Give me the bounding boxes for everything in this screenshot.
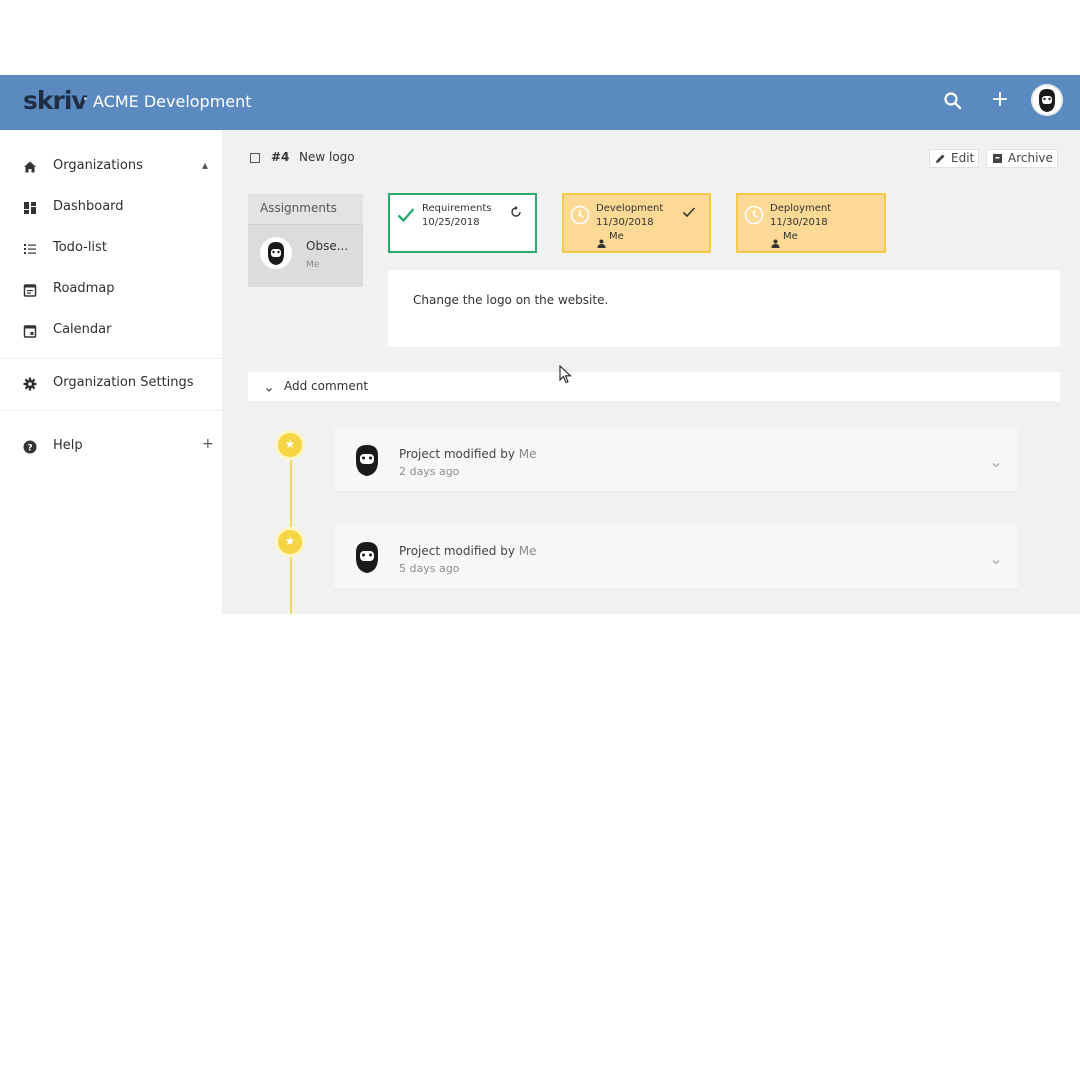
app-window: skriv ‣ ACME Development + Organizations… — [0, 75, 1080, 614]
assignments-header: Assignments — [248, 194, 363, 225]
pencil-icon — [935, 153, 946, 164]
top-bar: skriv ‣ ACME Development + — [0, 75, 1080, 130]
stage-user: Me — [609, 231, 624, 242]
sidebar-divider — [0, 410, 222, 411]
activity-text: Project modified by Me — [399, 544, 537, 558]
assignments-title: Assignments — [260, 201, 337, 215]
sidebar-item-label: Organizations — [53, 158, 143, 173]
home-icon — [22, 159, 38, 175]
sidebar-divider — [0, 358, 222, 359]
assignee-name[interactable]: Obse... — [306, 239, 348, 253]
archive-button[interactable]: Archive — [986, 149, 1058, 168]
search-icon[interactable] — [942, 90, 964, 112]
list-icon — [22, 241, 38, 257]
stage-name: Deployment — [770, 203, 832, 214]
sidebar-item-label: Todo-list — [53, 240, 107, 255]
sidebar-item-help[interactable]: ? Help + — [0, 432, 222, 462]
activity-entry[interactable]: Project modified by Me 2 days ago — [334, 428, 1018, 492]
mouse-cursor-icon — [559, 364, 573, 384]
user-icon — [597, 233, 606, 248]
add-comment-label: Add comment — [284, 379, 369, 393]
sidebar-item-label: Calendar — [53, 322, 112, 337]
sidebar-item-organization-settings[interactable]: Organization Settings — [0, 369, 222, 399]
roadmap-icon — [22, 282, 38, 298]
sidebar-item-todo-list[interactable]: Todo-list — [0, 234, 222, 264]
activity-text: Project modified by Me — [399, 447, 537, 461]
star-icon: ★ — [275, 430, 305, 460]
clock-icon — [570, 205, 590, 225]
sidebar-item-calendar[interactable]: Calendar — [0, 316, 222, 346]
help-icon: ? — [22, 439, 38, 455]
check-icon[interactable] — [682, 204, 696, 218]
chevron-down-icon[interactable] — [990, 455, 1002, 468]
activity-time: 2 days ago — [399, 465, 460, 478]
activity-entry[interactable]: Project modified by Me 5 days ago — [334, 525, 1018, 589]
stage-deployment[interactable]: Deployment 11/30/2018 Me — [736, 193, 886, 253]
archive-label: Archive — [1008, 151, 1053, 165]
sidebar-item-organizations[interactable]: Organizations ▴ — [0, 152, 222, 182]
chevron-down-icon[interactable] — [990, 552, 1002, 565]
check-icon — [396, 205, 416, 225]
stage-requirements[interactable]: Requirements 10/25/2018 — [388, 193, 537, 253]
svg-text:?: ? — [27, 444, 32, 454]
stage-user: Me — [783, 231, 798, 242]
clock-icon — [744, 205, 764, 225]
add-icon[interactable]: + — [989, 88, 1011, 112]
breadcrumb-organization[interactable]: ACME Development — [93, 92, 252, 111]
sidebar-item-dashboard[interactable]: Dashboard — [0, 193, 222, 223]
description-text: Change the logo on the website. — [413, 293, 609, 307]
user-avatar-icon[interactable] — [1031, 84, 1063, 116]
user-icon — [771, 233, 780, 248]
stage-name: Development — [596, 203, 664, 214]
task-description[interactable]: Change the logo on the website. — [388, 270, 1060, 347]
refresh-icon[interactable] — [509, 204, 523, 218]
assignee-avatar[interactable] — [260, 237, 292, 269]
task-checkbox[interactable] — [250, 153, 260, 163]
sidebar-item-label: Organization Settings — [53, 375, 194, 390]
sidebar: Organizations ▴ Dashboard Todo-list Road… — [0, 130, 222, 614]
sidebar-item-label: Dashboard — [53, 199, 124, 214]
activity-time: 5 days ago — [399, 562, 460, 575]
assignments-panel: Assignments Obse... Me — [248, 194, 363, 287]
add-comment-toggle[interactable]: Add comment — [248, 372, 1060, 401]
task-title[interactable]: New logo — [299, 150, 355, 164]
assignee-sub: Me — [306, 260, 320, 270]
edit-label: Edit — [951, 151, 975, 165]
stage-date: 10/25/2018 — [422, 217, 480, 228]
main-content: #4 New logo Edit Archive Assignments Obs… — [222, 130, 1080, 614]
chevron-down-icon — [264, 380, 274, 392]
app-logo[interactable]: skriv — [23, 86, 88, 115]
collapse-icon[interactable]: ▴ — [202, 158, 208, 172]
star-icon: ★ — [275, 527, 305, 557]
gear-icon — [22, 376, 38, 392]
sidebar-item-label: Roadmap — [53, 281, 115, 296]
sidebar-item-label: Help — [53, 438, 83, 453]
calendar-icon — [22, 323, 38, 339]
stage-development[interactable]: Development 11/30/2018 Me — [562, 193, 711, 253]
expand-icon[interactable]: + — [202, 436, 214, 452]
avatar — [352, 443, 382, 477]
task-id: #4 — [271, 150, 290, 164]
dashboard-icon — [22, 200, 38, 216]
sidebar-item-roadmap[interactable]: Roadmap — [0, 275, 222, 305]
avatar — [352, 540, 382, 574]
breadcrumb-separator: ‣ — [83, 95, 89, 105]
edit-button[interactable]: Edit — [929, 149, 979, 168]
archive-icon — [992, 153, 1003, 164]
stage-date: 11/30/2018 — [596, 217, 654, 228]
stage-date: 11/30/2018 — [770, 217, 828, 228]
stage-name: Requirements — [422, 203, 492, 214]
